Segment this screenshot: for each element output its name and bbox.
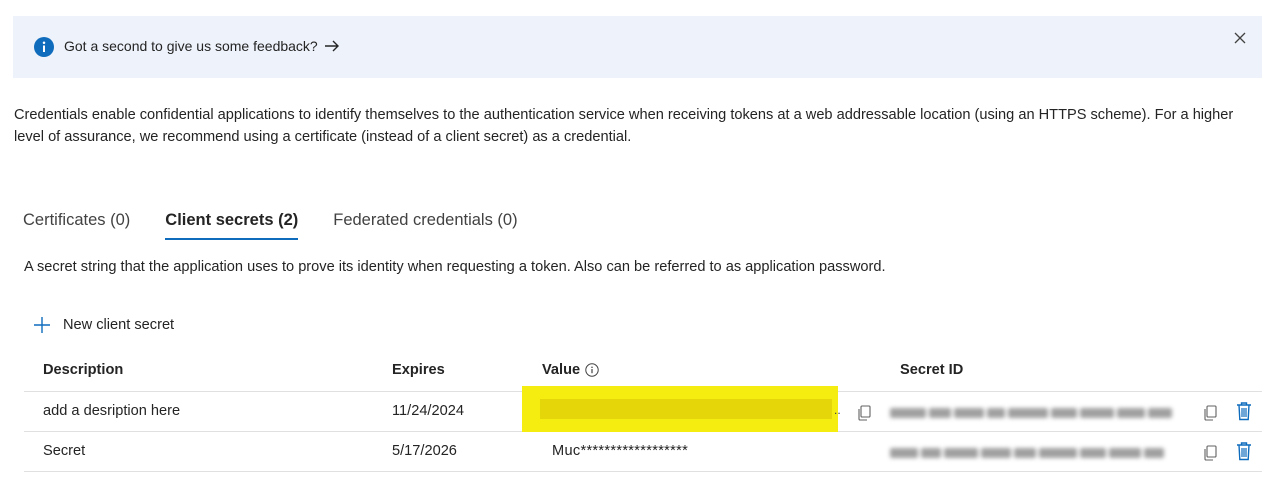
column-expires: Expires <box>392 362 445 378</box>
redacted-value-bar <box>540 399 832 419</box>
tab-federated-credentials[interactable]: Federated credentials (0) <box>333 206 517 240</box>
copy-secret-id-icon[interactable] <box>1203 445 1217 461</box>
secret-description: add a desription here <box>43 403 181 419</box>
feedback-banner: Got a second to give us some feedback? <box>13 16 1262 78</box>
column-value: Value <box>542 362 599 378</box>
value-ellipsis: .. <box>834 403 841 417</box>
table-row: Secret 5/17/2026 Muc****************** <box>24 432 1262 472</box>
credentials-description: Credentials enable confidential applicat… <box>14 107 1234 145</box>
feedback-link[interactable]: Got a second to give us some feedback? <box>64 38 340 54</box>
secret-description: Secret <box>43 443 86 459</box>
feedback-message: Got a second to give us some feedback? <box>64 38 318 54</box>
plus-icon <box>34 317 50 333</box>
blurred-secret-id <box>890 405 1180 419</box>
secret-value: Muc****************** <box>552 443 689 459</box>
copy-secret-id-icon[interactable] <box>1203 405 1217 421</box>
redacted-value-highlight <box>522 386 838 432</box>
arrow-right-icon <box>324 40 339 52</box>
info-circle-icon[interactable] <box>585 363 599 377</box>
column-secret-id: Secret ID <box>900 362 964 378</box>
tab-certificates[interactable]: Certificates (0) <box>23 206 130 240</box>
client-secrets-subtitle: A secret string that the application use… <box>24 259 886 275</box>
table-row: add a desription here 11/24/2024 .. <box>24 386 1262 432</box>
secret-expires: 11/24/2024 <box>392 403 464 419</box>
delete-icon[interactable] <box>1236 441 1252 461</box>
client-secrets-table: Description Expires Value Secret ID add … <box>24 352 1262 472</box>
new-client-secret-button[interactable]: New client secret <box>33 316 174 334</box>
secret-expires: 5/17/2026 <box>392 443 457 459</box>
column-description: Description <box>43 362 124 378</box>
delete-icon[interactable] <box>1236 401 1252 421</box>
close-icon[interactable] <box>1232 30 1248 46</box>
info-icon <box>34 37 54 57</box>
tab-client-secrets[interactable]: Client secrets (2) <box>165 206 298 240</box>
copy-value-icon[interactable] <box>857 405 871 421</box>
credential-tabs: Certificates (0) Client secrets (2) Fede… <box>23 206 553 240</box>
blurred-secret-id <box>890 445 1180 459</box>
new-client-secret-label: New client secret <box>63 317 175 333</box>
column-value-label: Value <box>542 362 581 378</box>
